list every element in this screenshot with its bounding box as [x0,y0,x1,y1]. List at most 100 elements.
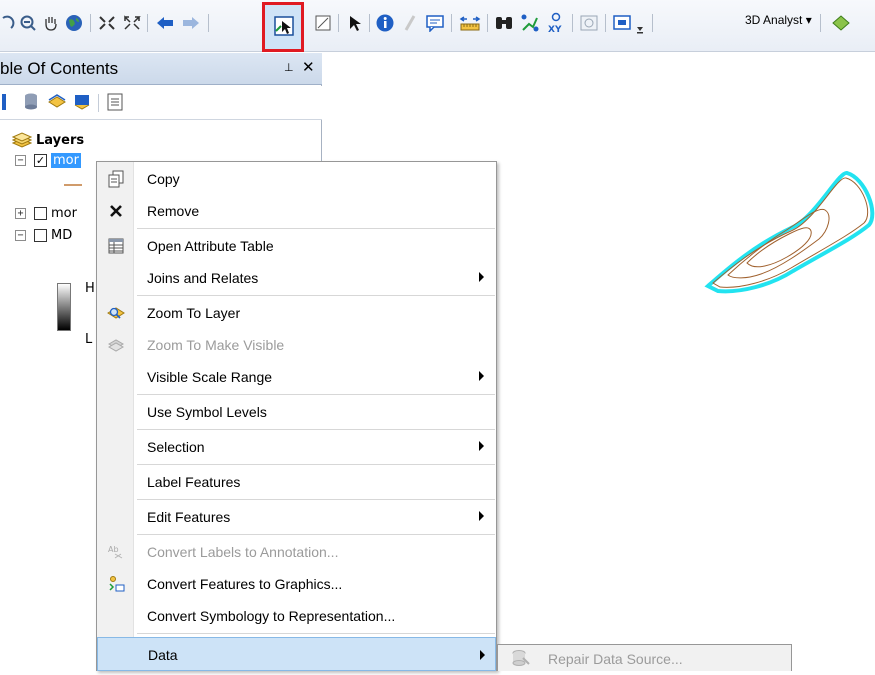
toolbar-separator [147,14,148,32]
repair-data-source-icon [511,649,531,671]
layer-visibility-checkbox[interactable] [34,228,47,242]
layers-data-frame[interactable]: Layers [12,130,84,150]
toolbar-separator [369,14,370,32]
back-arrow-icon[interactable] [154,12,176,34]
hyperlink-icon[interactable] [400,12,420,34]
layers-label: Layers [36,132,85,148]
fixed-zoom-in-icon[interactable] [96,12,118,34]
menu-item-convert-symbology-to-representation[interactable]: Convert Symbology to Representation... [97,600,496,632]
find-route-icon[interactable] [519,12,541,34]
copy-icon [107,170,125,188]
menu-item-label: Convert Labels to Annotation... [147,544,339,560]
layer-row-second[interactable]: + mor [15,203,77,223]
menu-separator [137,534,495,535]
menu-item-remove[interactable]: Remove [97,195,496,227]
3d-analyst-dropdown[interactable]: 3D Analyst ▾ [745,13,812,27]
submenu-arrow-icon [479,441,484,451]
menu-item-zoom-to-layer[interactable]: Zoom To Layer [97,297,496,329]
menu-item-label: Use Symbol Levels [147,404,267,420]
menu-item-copy[interactable]: Copy [97,163,496,195]
menu-item-label: Zoom To Make Visible [147,337,285,353]
toc-toolbar-separator [98,94,99,112]
menu-item-selection[interactable]: Selection [97,431,496,463]
menu-separator [137,295,495,296]
collapse-toggle[interactable]: − [15,229,26,241]
measure-icon[interactable] [458,12,482,34]
fixed-zoom-out-icon[interactable] [121,12,143,34]
toolbar-overflow-icon[interactable] [635,18,645,40]
forward-arrow-icon[interactable] [180,12,202,34]
convert-labels-icon: Ab [107,543,125,561]
toc-toolbar [0,86,322,120]
layer-visibility-checkbox[interactable]: ✓ [34,153,47,167]
menu-item-label: Remove [147,203,200,219]
pin-icon[interactable]: ⊥ [284,61,294,74]
menu-item-label: Visible Scale Range [147,369,273,385]
menu-separator [137,464,495,465]
toolbar-separator [572,14,573,32]
list-by-visibility-icon[interactable] [47,92,67,116]
submenu-arrow-icon [479,371,484,381]
menu-item-label: Joins and Relates [147,270,259,286]
select-features-icon[interactable] [272,15,296,37]
globe-icon[interactable] [63,12,85,34]
zoom-to-make-visible-icon [107,336,125,354]
toc-title-bar: ble Of Contents ⊥ ✕ [0,53,322,85]
layer-name-selected[interactable]: mor [51,152,81,168]
identify-icon[interactable] [374,12,396,34]
collapse-toggle[interactable]: − [15,154,26,166]
layer-name[interactable]: MD [51,228,72,243]
layer-row-mdt[interactable]: − MD [15,225,72,245]
standard-toolbar: XY 3D Analyst ▾ [0,0,875,52]
layer-visibility-checkbox[interactable] [34,206,47,220]
go-to-xy-icon[interactable]: XY [545,12,567,34]
list-by-source-icon[interactable] [22,92,40,116]
menu-item-data[interactable]: Data [97,637,496,671]
menu-item-convert-features-to-graphics[interactable]: Convert Features to Graphics... [97,568,496,600]
options-icon[interactable] [106,92,124,116]
menu-separator [137,633,495,634]
find-icon[interactable] [493,12,515,34]
clear-selection-icon[interactable] [313,12,333,34]
layer-row-contours[interactable]: − ✓ mor [15,150,81,170]
menu-item-label: Convert Symbology to Representation... [147,608,396,624]
3d-layer-icon[interactable] [830,12,852,34]
html-popup-icon[interactable] [424,12,446,34]
contour-line-middle [727,208,830,279]
close-icon[interactable]: ✕ [302,58,315,76]
legend-low-label: L [85,332,93,347]
menu-item-label-features[interactable]: Label Features [97,466,496,498]
attribute-table-icon [107,237,125,255]
menu-item-label: Data [148,647,178,663]
select-elements-icon[interactable] [345,12,365,34]
menu-item-convert-labels-to-annotation: Ab Convert Labels to Annotation... [97,536,496,568]
menu-item-label: Copy [147,171,180,187]
zoom-out-icon[interactable] [18,12,38,34]
zoom-icon[interactable] [0,12,16,34]
data-submenu: Repair Data Source... [497,644,792,671]
menu-item-edit-features[interactable]: Edit Features [97,501,496,533]
menu-item-joins-and-relates[interactable]: Joins and Relates [97,262,496,294]
submenu-arrow-icon [479,272,484,282]
menu-item-label: Selection [147,439,205,455]
create-viewer-icon[interactable] [611,12,633,34]
menu-item-use-symbol-levels[interactable]: Use Symbol Levels [97,396,496,428]
svg-text:XY: XY [548,25,562,34]
menu-item-label: Open Attribute Table [147,238,274,254]
toolbar-separator [451,14,452,32]
pan-hand-icon[interactable] [41,12,61,34]
list-by-drawing-order-icon[interactable] [2,92,10,116]
menu-item-open-attribute-table[interactable]: Open Attribute Table [97,230,496,262]
menu-item-visible-scale-range[interactable]: Visible Scale Range [97,361,496,393]
expand-toggle[interactable]: + [15,207,26,219]
toolbar-separator [487,14,488,32]
menu-separator [137,228,495,229]
toolbar-separator [652,14,653,32]
layer-name[interactable]: mor [51,206,77,221]
menu-item-repair-data-source: Repair Data Source... [548,651,683,667]
list-by-selection-icon[interactable] [72,92,92,116]
menu-separator [137,394,495,395]
time-slider-icon[interactable] [578,12,600,34]
layers-icon [12,132,32,148]
toolbar-separator [90,14,91,32]
